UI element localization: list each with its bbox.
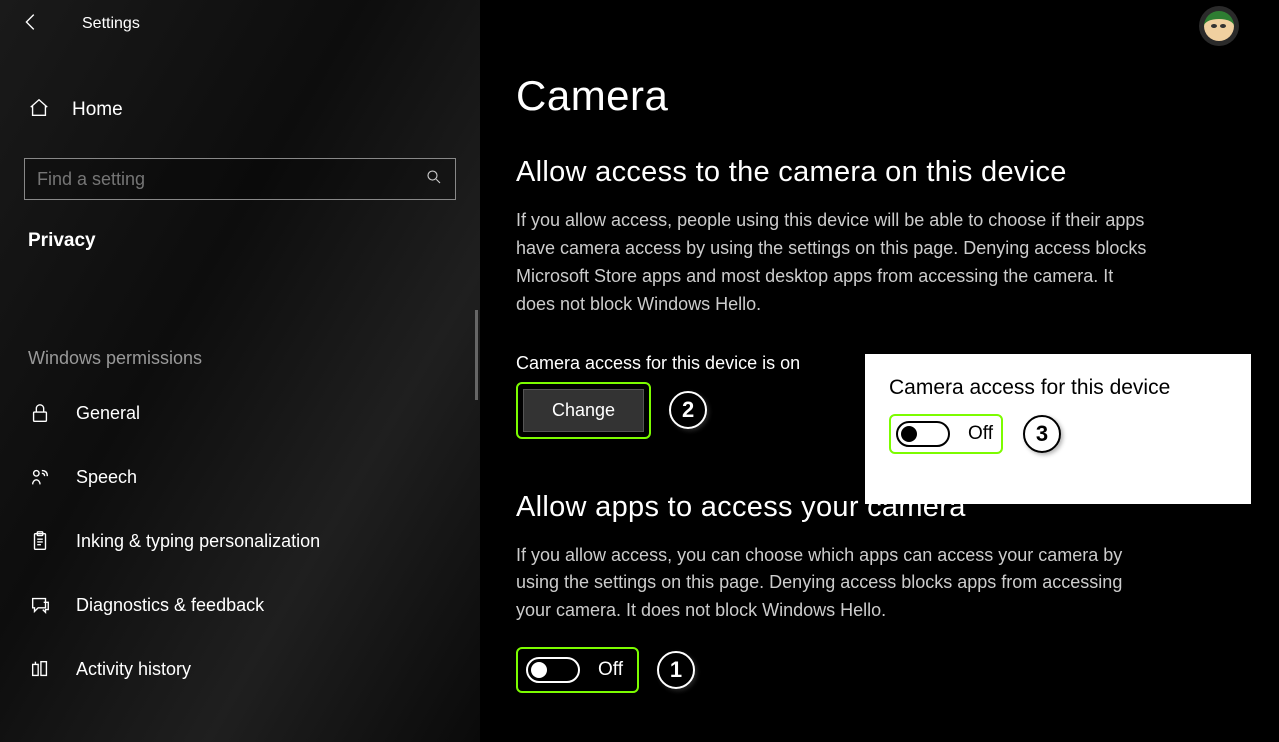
sidebar-item-general[interactable]: General (0, 381, 480, 445)
history-icon (28, 657, 52, 681)
camera-access-flyout: Camera access for this device Off 3 (865, 354, 1251, 504)
window-title: Settings (82, 15, 140, 33)
search-input[interactable] (37, 169, 425, 190)
avatar[interactable] (1199, 6, 1239, 46)
annotation-highlight-2: Change (516, 382, 651, 439)
scrollbar[interactable] (475, 310, 478, 400)
annotation-highlight-3: Off (889, 414, 1003, 454)
lock-icon (28, 401, 52, 425)
change-button[interactable]: Change (523, 389, 644, 432)
device-access-toggle[interactable] (896, 421, 950, 447)
sidebar-item-diagnostics[interactable]: Diagnostics & feedback (0, 573, 480, 637)
sidebar-item-label: Inking & typing personalization (76, 531, 320, 552)
sidebar-item-inking[interactable]: Inking & typing personalization (0, 509, 480, 573)
section-label: Windows permissions (0, 348, 480, 369)
apps-access-toggle[interactable] (526, 657, 580, 683)
home-icon (28, 97, 50, 124)
sidebar-item-label: Speech (76, 467, 137, 488)
back-icon[interactable] (20, 11, 42, 38)
sidebar-item-activity[interactable]: Activity history (0, 637, 480, 701)
speech-icon (28, 465, 52, 489)
search-box[interactable] (24, 158, 456, 200)
annotation-badge-1: 1 (657, 651, 695, 689)
clipboard-icon (28, 529, 52, 553)
section1-desc: If you allow access, people using this d… (516, 207, 1156, 319)
device-access-toggle-label: Off (968, 423, 993, 445)
search-icon (425, 168, 443, 191)
apps-access-toggle-label: Off (598, 659, 623, 681)
home-link[interactable]: Home (0, 90, 480, 130)
sidebar-item-label: Activity history (76, 659, 191, 680)
section2-desc: If you allow access, you can choose whic… (516, 542, 1156, 626)
sidebar-item-label: General (76, 403, 140, 424)
annotation-badge-2: 2 (669, 391, 707, 429)
home-label: Home (72, 99, 123, 121)
flyout-title: Camera access for this device (889, 376, 1227, 400)
sidebar-item-label: Diagnostics & feedback (76, 595, 264, 616)
category-label: Privacy (0, 230, 480, 252)
section1-heading: Allow access to the camera on this devic… (516, 156, 1243, 189)
sidebar-item-speech[interactable]: Speech (0, 445, 480, 509)
annotation-highlight-1: Off (516, 647, 639, 693)
page-title: Camera (516, 72, 1243, 120)
annotation-badge-3: 3 (1023, 415, 1061, 453)
avatar-icon (1204, 11, 1234, 41)
feedback-icon (28, 593, 52, 617)
sidebar: Settings Home Privacy Windows permission… (0, 0, 480, 742)
